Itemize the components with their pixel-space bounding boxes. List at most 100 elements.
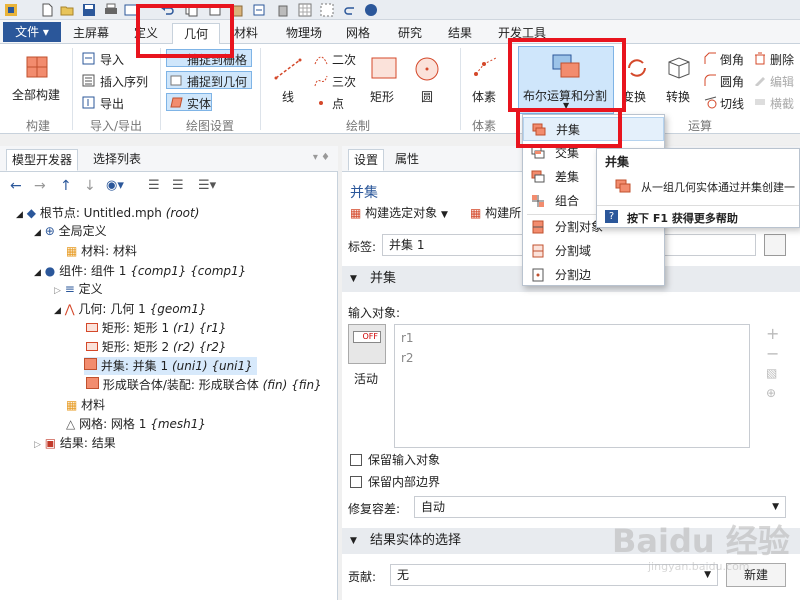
expand-all-icon[interactable]: ☰ — [148, 178, 160, 193]
import-button[interactable]: 导入 — [80, 50, 150, 68]
tree-node-definitions[interactable]: ▷ ≡ 定义 — [54, 280, 103, 298]
point-button[interactable]: 点 — [312, 94, 360, 112]
menu-item-partition-edges[interactable]: 分割边 — [523, 263, 664, 287]
tree-node-materials[interactable]: ▦ 材料 — [66, 396, 105, 414]
insert-sequence-button[interactable]: 插入序列 — [80, 72, 160, 90]
keep-interior-checkbox[interactable] — [350, 476, 362, 488]
open-folder-icon[interactable] — [60, 3, 74, 17]
remove-icon[interactable]: − — [766, 344, 779, 363]
circle-button[interactable]: 圆 — [408, 48, 448, 112]
pin-icon[interactable]: ▾ ♦ — [313, 152, 330, 163]
back-arrow-icon[interactable]: ← — [10, 178, 22, 194]
collapse-arrow-icon[interactable]: ◢ — [34, 268, 41, 278]
forward-arrow-icon[interactable]: → — [34, 178, 46, 194]
paste-icon[interactable] — [230, 3, 244, 17]
expand-arrow-icon[interactable]: ▷ — [34, 440, 41, 450]
snap-to-geometry-toggle[interactable]: 捕捉到几何 — [166, 71, 252, 89]
tab-properties[interactable]: 属性 — [390, 149, 424, 171]
fillet-button[interactable]: 圆角 — [702, 72, 750, 90]
tree-node-geometry[interactable]: ◢ ⋀ 几何: 几何 1 {geom1} — [54, 300, 207, 318]
tab-settings[interactable]: 设置 — [348, 149, 385, 171]
tree-node-rectangle-2[interactable]: 矩形: 矩形 2 (r2) {r2} — [86, 338, 227, 356]
new-file-icon[interactable] — [40, 3, 54, 17]
tree-node-rectangle-1[interactable]: 矩形: 矩形 1 (r1) {r1} — [86, 319, 227, 337]
collapse-arrow-icon[interactable]: ◢ — [16, 210, 23, 220]
redo-icon[interactable] — [344, 3, 358, 17]
tree-node-union-1[interactable]: 并集: 并集 1 (uni1) {uni1} — [84, 357, 257, 375]
duplicate-icon[interactable] — [208, 3, 222, 17]
tab-developer[interactable]: 开发工具 — [492, 23, 552, 44]
rectangle-button[interactable]: 矩形 — [364, 48, 404, 112]
quadratic-button[interactable]: 二次 — [312, 50, 360, 68]
build-all-objects-button[interactable]: ▦ 构建所 — [470, 204, 521, 221]
collapse-arrow-icon[interactable]: ◢ — [34, 228, 41, 238]
delete-icon[interactable] — [276, 3, 290, 17]
save-icon[interactable] — [82, 3, 96, 17]
cross-section-button[interactable]: 横截 — [752, 94, 800, 112]
delete-entities-button[interactable]: 删除 — [752, 50, 800, 68]
zoom-selection-icon[interactable]: ⊕ — [766, 386, 776, 400]
keep-input-checkbox[interactable] — [350, 454, 362, 466]
label-settings-icon[interactable] — [764, 234, 786, 256]
chamfer-button[interactable]: 倒角 — [702, 50, 750, 68]
tab-definitions[interactable]: 定义 — [124, 23, 168, 44]
tree-node-root[interactable]: ◢ ◆ 根节点: Untitled.mph (root) — [16, 204, 199, 222]
menu-item-partition-domains[interactable]: 分割域 — [523, 239, 664, 263]
menu-item-union[interactable]: 并集 — [523, 117, 664, 141]
tab-geometry[interactable]: 几何 — [172, 23, 220, 44]
tab-mesh[interactable]: 网格 — [338, 23, 378, 44]
help-icon[interactable] — [364, 3, 378, 17]
tab-home[interactable]: 主屏幕 — [66, 23, 116, 44]
collapse-arrow-icon[interactable]: ◢ — [54, 306, 61, 316]
import-icon[interactable] — [252, 3, 266, 17]
tab-results[interactable]: 结果 — [440, 23, 480, 44]
tab-file[interactable]: 文件 ▾ — [3, 22, 61, 42]
list-item[interactable]: r2 — [401, 351, 414, 365]
window-icon[interactable] — [124, 3, 138, 17]
ribbon: 全部构建 构建 导入 插入序列 导出 导入/导出 捕捉到栅格 捕捉到几何 实体 … — [0, 44, 800, 134]
tree-node-global-definitions[interactable]: ◢ ⊕ 全局定义 — [34, 222, 107, 240]
grid-icon[interactable] — [298, 3, 312, 17]
export-button[interactable]: 导出 — [80, 94, 150, 112]
line-button[interactable]: 线 — [268, 48, 308, 112]
solid-toggle[interactable]: 实体 — [166, 93, 212, 111]
tab-physics[interactable]: 物理场 — [278, 23, 330, 44]
rect2-label: 矩形: 矩形 2 — [101, 340, 170, 354]
print-icon[interactable] — [104, 3, 118, 17]
tab-study[interactable]: 研究 — [388, 23, 432, 44]
tree-node-component[interactable]: ◢ ● 组件: 组件 1 {comp1} {comp1} — [34, 262, 246, 280]
move-up-icon[interactable]: ↑ — [60, 178, 72, 194]
expand-arrow-icon[interactable]: ▷ — [54, 286, 61, 296]
build-selected-button[interactable]: ▦ 构建选定对象 ▼ — [350, 204, 448, 221]
primitives-button[interactable]: 体素 — [466, 48, 506, 112]
list-item[interactable]: r1 — [401, 331, 414, 345]
move-down-icon[interactable]: ↓ — [84, 178, 96, 194]
tree-node-mesh[interactable]: △ 网格: 网格 1 {mesh1} — [66, 415, 206, 433]
tab-model-builder[interactable]: 模型开发器 — [6, 149, 79, 171]
tree-node-global-materials[interactable]: ▦ 材料: 材料 — [66, 242, 137, 260]
tree-node-results[interactable]: ▷ ▣ 结果: 结果 — [34, 434, 116, 452]
show-icon[interactable]: ◉▾ — [106, 178, 124, 193]
snap-to-grid-toggle[interactable]: 捕捉到栅格 — [166, 49, 252, 67]
tab-selection-list[interactable]: 选择列表 — [88, 149, 146, 171]
edit-vertex-button[interactable]: 编辑 — [752, 72, 800, 90]
tangent-button[interactable]: 切线 — [702, 94, 750, 112]
clear-selection-icon[interactable]: ▧ — [766, 366, 777, 380]
copy-icon[interactable] — [184, 3, 198, 17]
select-icon[interactable] — [320, 3, 334, 17]
tab-materials[interactable]: 材料 — [224, 23, 268, 44]
repair-tolerance-select[interactable]: 自动 ▼ — [414, 496, 786, 518]
cubic-button[interactable]: 三次 — [312, 72, 360, 90]
build-all-button[interactable]: 全部构建 — [8, 48, 66, 108]
input-objects-list[interactable]: r1 r2 — [394, 324, 750, 448]
collapse-all-icon[interactable]: ☰ — [172, 178, 184, 193]
booleans-partitions-button[interactable]: 布尔运算和分割 ▼ — [518, 46, 614, 114]
options-icon[interactable]: ☰▾ — [198, 178, 216, 193]
materials-label: 材料 — [81, 398, 106, 412]
transforms-button[interactable]: 变换 — [620, 48, 654, 112]
add-icon[interactable]: + — [766, 324, 779, 343]
active-toggle[interactable]: OFF — [348, 324, 386, 364]
undo-icon[interactable] — [160, 3, 174, 17]
tree-node-form-union[interactable]: 形成联合体/装配: 形成联合体 (fin) {fin} — [86, 376, 322, 394]
conversions-button[interactable]: 转换 — [660, 48, 696, 112]
